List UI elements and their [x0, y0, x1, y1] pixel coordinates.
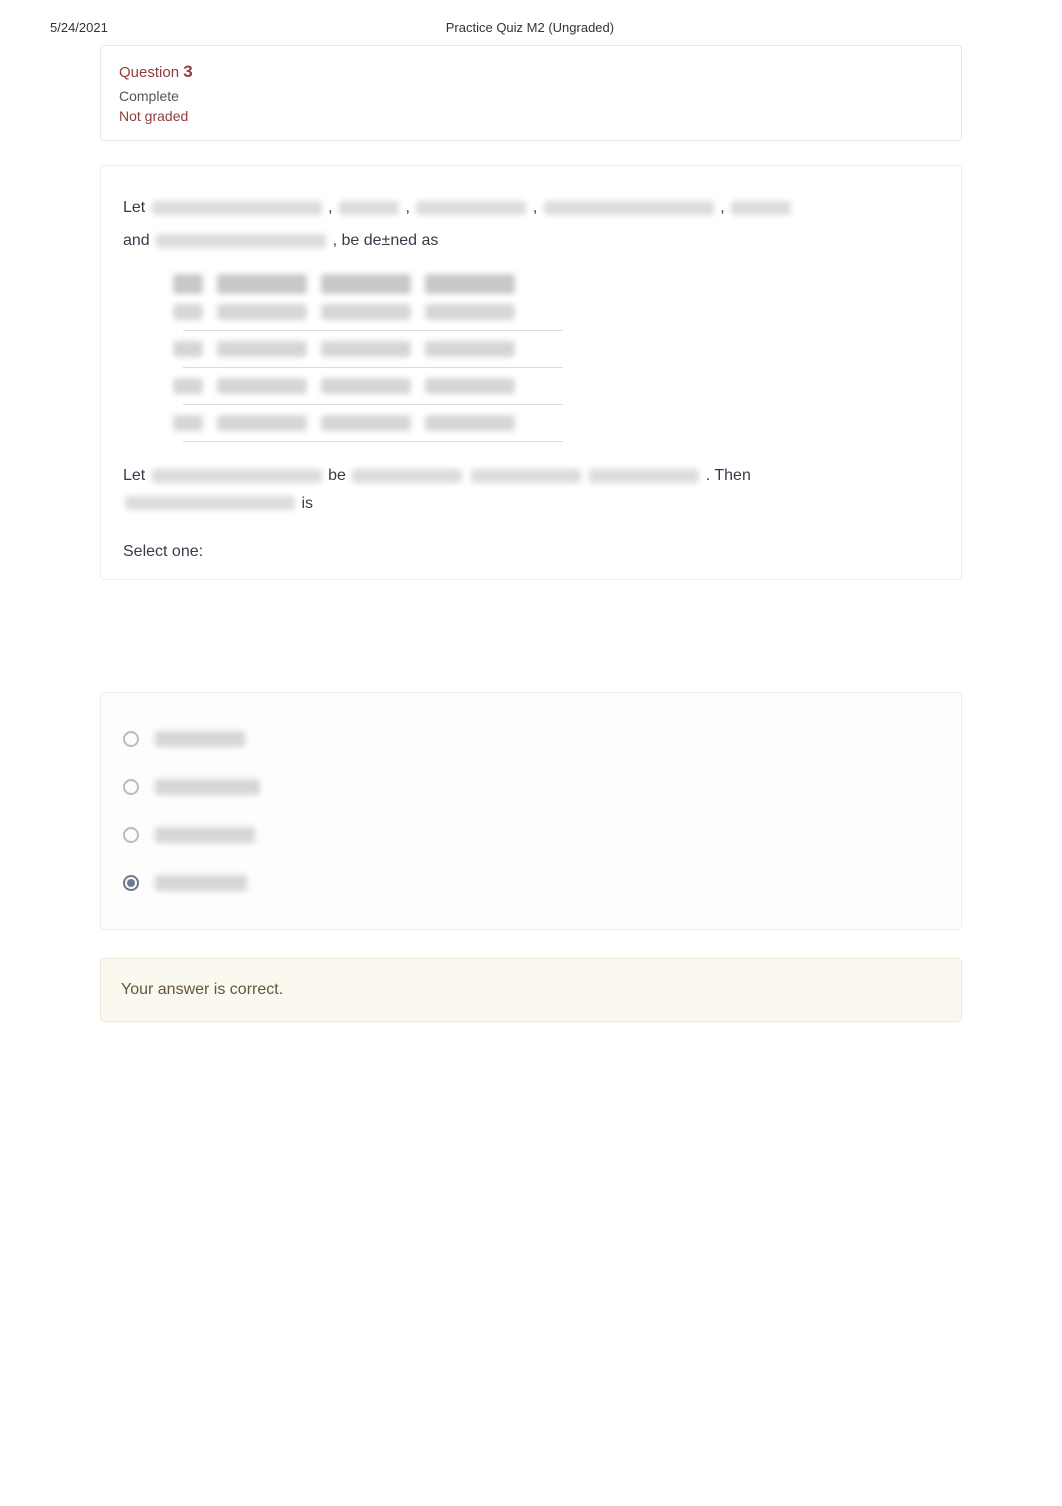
- is-label: is: [301, 495, 313, 512]
- obscured-content: [156, 234, 326, 248]
- obscured-cell: [217, 274, 307, 294]
- obscured-cell: [425, 415, 515, 431]
- obscured-cell: [173, 378, 203, 394]
- page-title: Practice Quiz M2 (Ungraded): [108, 20, 952, 35]
- obscured-option-text: [155, 731, 245, 747]
- let-label-2: Let: [123, 467, 145, 484]
- question-text-line-3: Let be . Then: [123, 462, 939, 489]
- be-label: be: [328, 467, 346, 484]
- obscured-cell: [217, 341, 307, 357]
- question-text-line-2: and , be de±ned as: [123, 227, 939, 254]
- question-text-line-4: is: [123, 490, 939, 517]
- question-number: 3: [183, 62, 192, 81]
- radio-a[interactable]: [123, 731, 139, 747]
- question-body-card: Let , , , , and , be de±ned as: [100, 165, 962, 580]
- radio-d-selected[interactable]: [123, 875, 139, 891]
- obscured-option-text: [155, 779, 260, 795]
- print-date: 5/24/2021: [50, 20, 108, 35]
- obscured-content: [352, 469, 462, 483]
- table-divider: [183, 404, 563, 405]
- then-label: . Then: [706, 467, 751, 484]
- comma-4: ,: [720, 199, 724, 216]
- option-row-b[interactable]: [123, 763, 939, 811]
- radio-c[interactable]: [123, 827, 139, 843]
- question-text-line-1: Let , , , ,: [123, 194, 939, 221]
- obscured-content: [544, 201, 714, 215]
- obscured-cell: [173, 415, 203, 431]
- select-one-label: Select one:: [123, 543, 939, 561]
- obscured-option-text: [155, 875, 247, 891]
- comma-3: ,: [533, 199, 537, 216]
- obscured-content: [125, 496, 295, 510]
- obscured-cell: [321, 415, 411, 431]
- obscured-content: [731, 201, 791, 215]
- table-divider: [183, 330, 563, 331]
- obscured-content: [471, 469, 581, 483]
- comma-1: ,: [328, 199, 332, 216]
- option-row-c[interactable]: [123, 811, 939, 859]
- option-row-d[interactable]: [123, 859, 939, 907]
- obscured-cell: [173, 304, 203, 320]
- question-grade: Not graded: [119, 108, 943, 124]
- comma-2: ,: [406, 199, 410, 216]
- question-status: Complete: [119, 88, 943, 104]
- obscured-table: [173, 274, 939, 442]
- feedback-card: Your answer is correct.: [100, 958, 962, 1022]
- obscured-cell: [425, 304, 515, 320]
- table-divider: [183, 441, 563, 442]
- obscured-cell: [425, 378, 515, 394]
- obscured-content: [152, 201, 322, 215]
- obscured-cell: [321, 378, 411, 394]
- obscured-content: [416, 201, 526, 215]
- content-area: Question 3 Complete Not graded Let , , ,…: [100, 45, 962, 1022]
- obscured-cell: [425, 341, 515, 357]
- obscured-cell: [321, 274, 411, 294]
- table-divider: [183, 367, 563, 368]
- feedback-text: Your answer is correct.: [121, 981, 283, 998]
- obscured-cell: [321, 341, 411, 357]
- obscured-content: [589, 469, 699, 483]
- obscured-cell: [217, 415, 307, 431]
- options-card: [100, 692, 962, 930]
- radio-b[interactable]: [123, 779, 139, 795]
- obscured-content: [152, 469, 322, 483]
- question-header-card: Question 3 Complete Not graded: [100, 45, 962, 141]
- obscured-cell: [173, 274, 203, 294]
- obscured-option-text: [155, 827, 255, 843]
- option-row-a[interactable]: [123, 715, 939, 763]
- question-label-line: Question 3: [119, 62, 943, 82]
- question-label: Question: [119, 64, 179, 81]
- obscured-cell: [173, 341, 203, 357]
- obscured-cell: [321, 304, 411, 320]
- let-label-1: Let: [123, 199, 145, 216]
- obscured-content: [339, 201, 399, 215]
- and-label: and: [123, 232, 150, 249]
- defined-as-label: , be de±ned as: [333, 232, 439, 249]
- obscured-cell: [217, 378, 307, 394]
- obscured-cell: [217, 304, 307, 320]
- obscured-cell: [425, 274, 515, 294]
- page-header: 5/24/2021 Practice Quiz M2 (Ungraded): [0, 0, 1062, 45]
